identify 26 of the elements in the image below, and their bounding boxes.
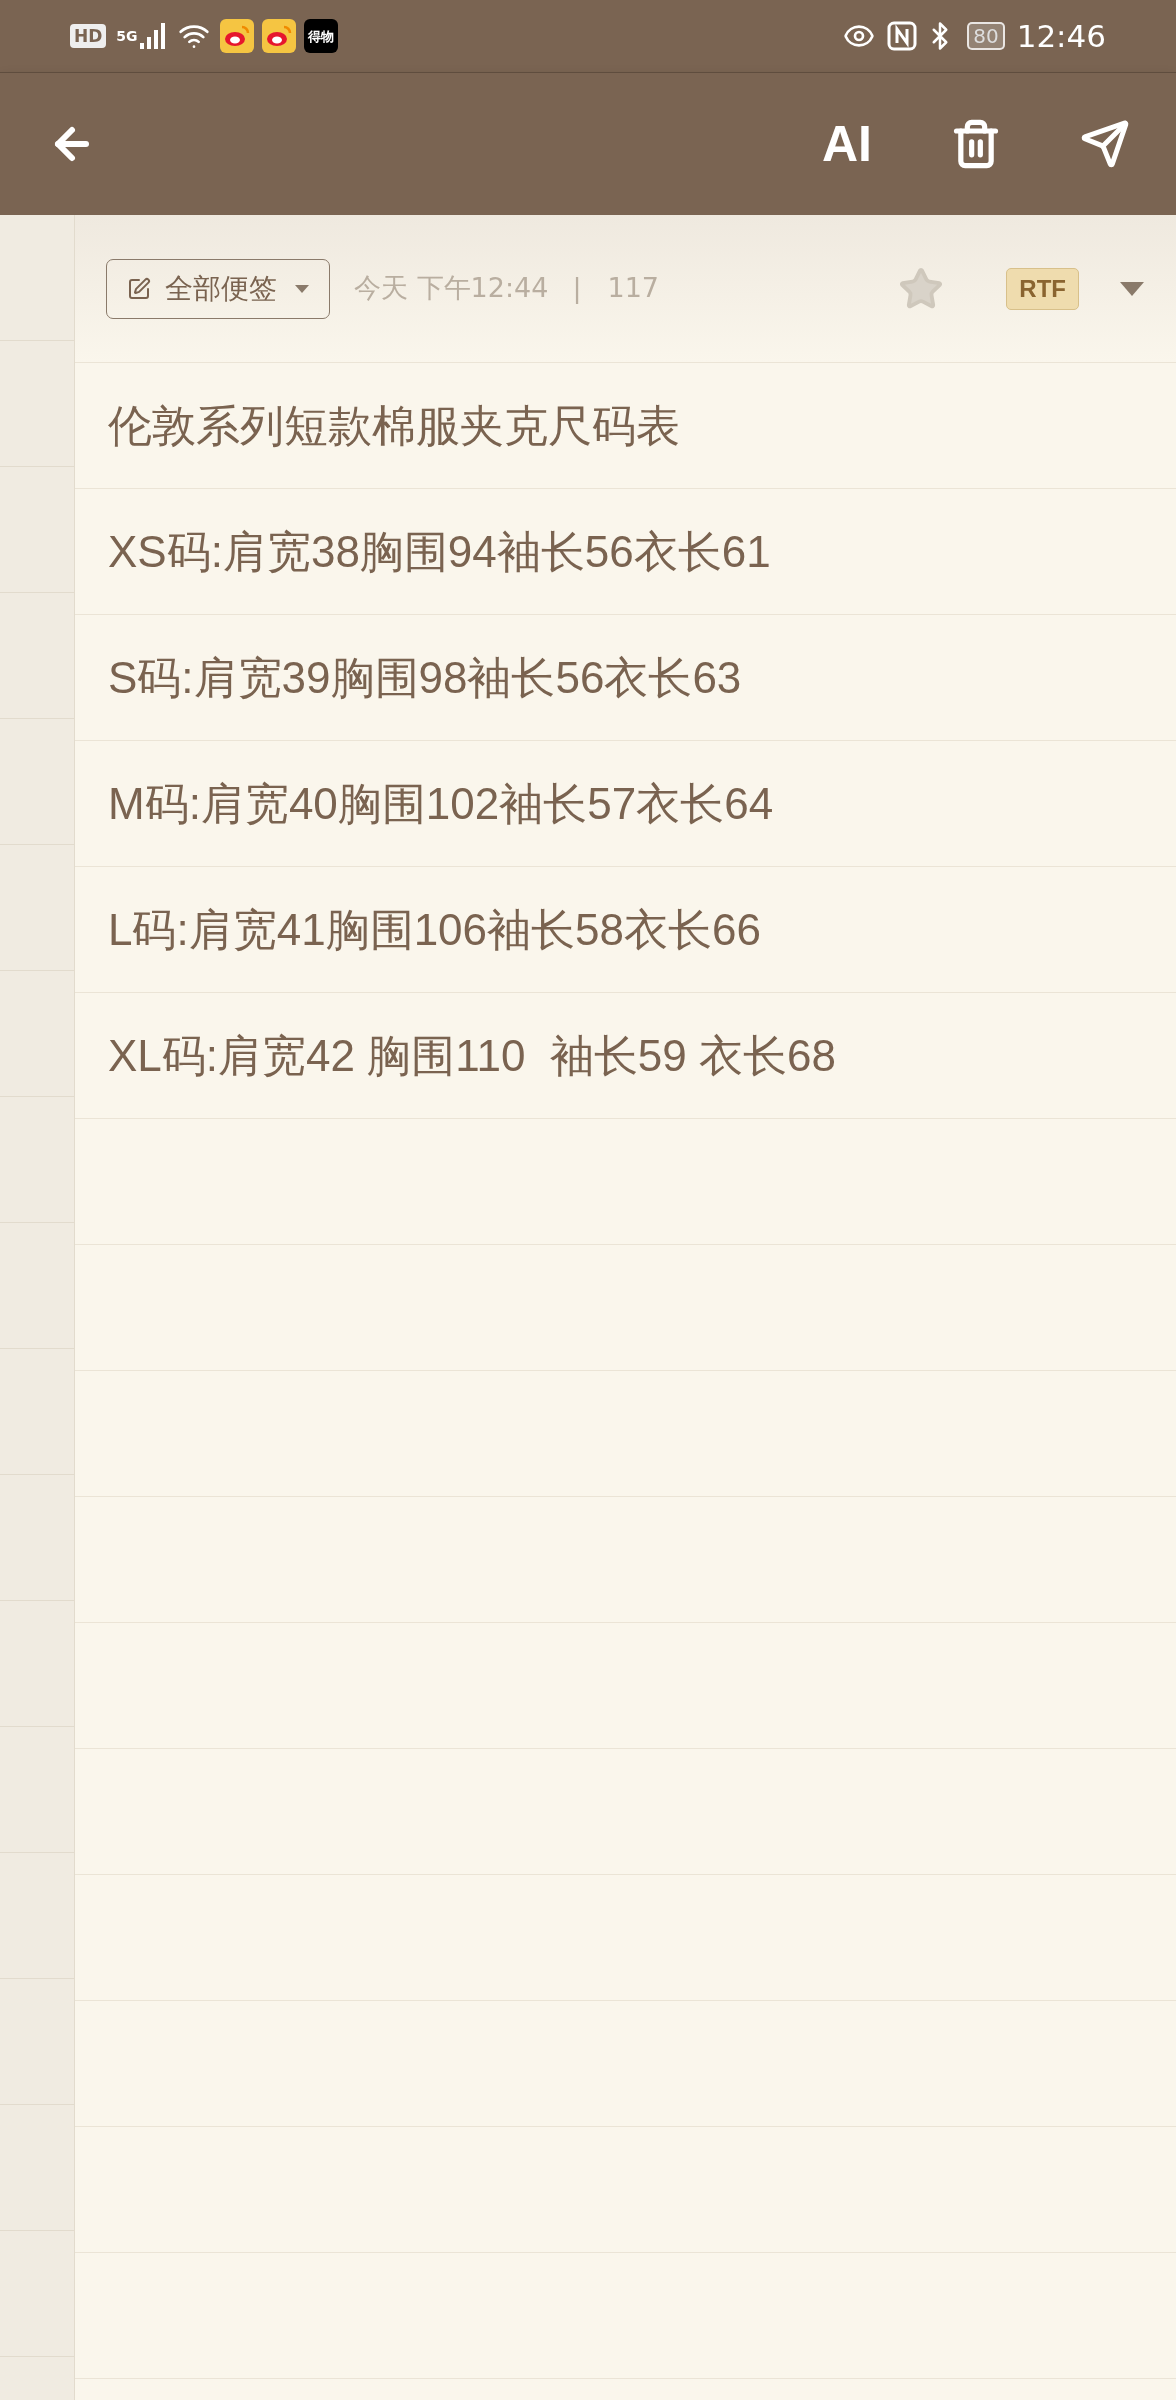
- caret-icon: [1120, 281, 1144, 296]
- hd-badge: HD: [70, 24, 107, 48]
- caret-icon: [295, 284, 309, 293]
- clock: 12:46: [1016, 16, 1106, 56]
- note-line: M码:肩宽40胸围102袖长57衣长64: [108, 777, 774, 830]
- note-line: 伦敦系列短款棉服夹克尺码表: [108, 399, 680, 452]
- weibo-icon: [219, 19, 254, 53]
- nfc-icon: [887, 21, 918, 51]
- note-line: L码:肩宽41胸围106袖长58衣长66: [108, 903, 761, 956]
- app-notification-icon: 得物: [303, 19, 338, 53]
- network-label: 5G: [116, 26, 138, 46]
- separator: |: [572, 271, 582, 306]
- send-button[interactable]: [1080, 119, 1130, 169]
- ai-button[interactable]: AI: [822, 106, 872, 182]
- battery-indicator: 80: [967, 22, 1005, 50]
- note-line: XL码:肩宽42 胸围110 袖长59 衣长68: [108, 1029, 836, 1082]
- folder-dropdown[interactable]: 全部便签: [106, 258, 330, 319]
- more-dropdown-button[interactable]: [1119, 280, 1145, 297]
- note-date: 今天 下午12:44: [354, 271, 549, 306]
- edit-icon: [127, 276, 151, 301]
- signal-icon: [139, 23, 168, 49]
- format-badge: RTF: [1006, 267, 1079, 310]
- note-line: S码:肩宽39胸围98袖长56衣长63: [108, 651, 742, 704]
- weibo-icon: [261, 19, 296, 53]
- note-line: XS码:肩宽38胸围94袖长56衣长61: [108, 525, 771, 578]
- character-count: 117: [607, 271, 660, 306]
